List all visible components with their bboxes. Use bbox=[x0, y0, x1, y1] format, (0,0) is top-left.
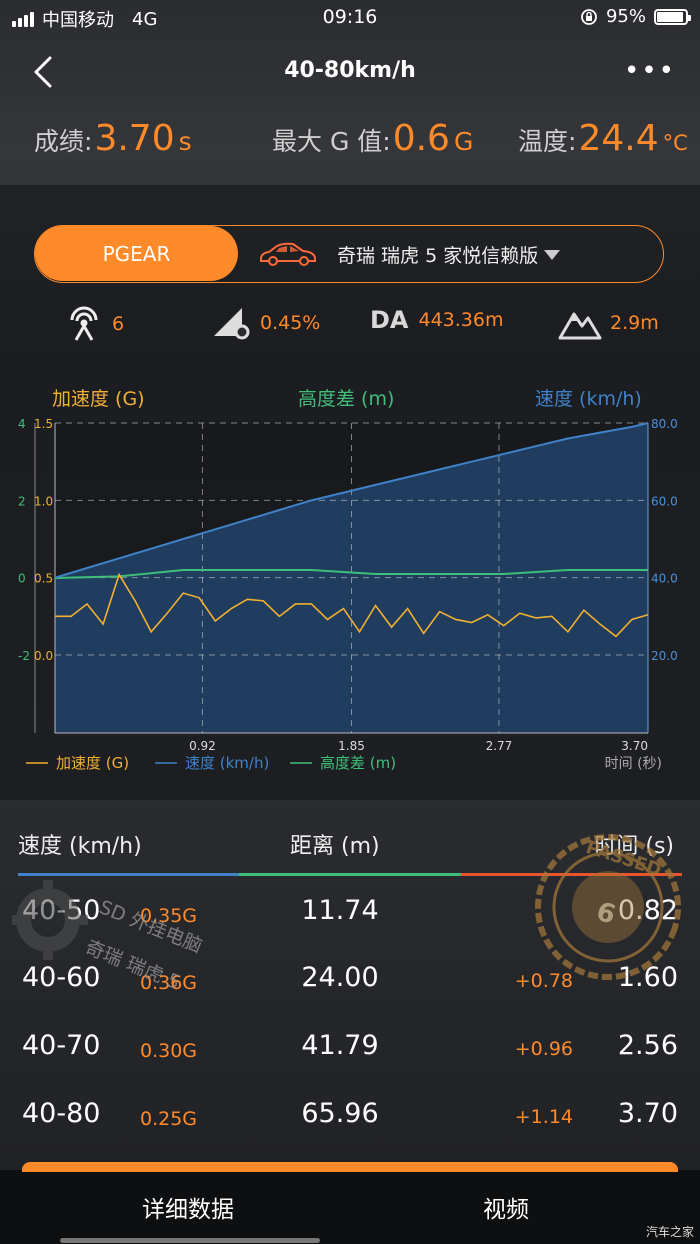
row-g: 0.30G bbox=[140, 1040, 198, 1062]
legend-label: 高度差 (m) bbox=[320, 754, 396, 772]
y-tick-right: 40.0 bbox=[651, 572, 678, 586]
battery-percent: 95% bbox=[605, 6, 646, 27]
row-distance: 65.96 bbox=[301, 1098, 379, 1129]
col-distance: 距离 (m) bbox=[290, 834, 380, 859]
x-tick: 1.85 bbox=[338, 739, 365, 753]
mountain-icon bbox=[558, 312, 602, 340]
stat-label: 最大 G 值: bbox=[272, 127, 391, 156]
y-tick-outer: 2 bbox=[18, 494, 26, 508]
y-tick-inner: 0.0 bbox=[34, 649, 53, 663]
y-tick-right: 60.0 bbox=[651, 494, 678, 508]
satellite-count: 6 bbox=[112, 313, 125, 335]
more-options-icon[interactable]: ••• bbox=[624, 56, 676, 86]
stat-temperature: 温度: 24.4 °C bbox=[518, 118, 688, 159]
table-row: 40-80 0.25G 65.96 +1.14 3.70 bbox=[0, 1098, 700, 1148]
sensor-readings: 6 0.45% DA 443.36m 2.9m bbox=[0, 306, 700, 346]
x-axis-label: 时间 (秒) bbox=[605, 756, 662, 772]
acceleration-chart: 4 2 0 -2 1.5 1.0 0.5 0.0 80.0 60.0 40.0 20.0 0.92 1.8… bbox=[18, 417, 678, 772]
row-speed: 40-80 bbox=[22, 1098, 101, 1129]
rotation-lock-icon bbox=[581, 8, 597, 25]
y-tick-inner: 1.5 bbox=[34, 417, 53, 431]
stat-unit: s bbox=[178, 127, 192, 156]
y-tick-inner: 1.0 bbox=[34, 494, 53, 508]
y-tick-outer: -2 bbox=[18, 649, 30, 663]
da-label: DA bbox=[370, 306, 409, 334]
slope-gear-icon bbox=[214, 308, 250, 340]
slope-value: 0.45% bbox=[260, 312, 321, 334]
gps-satellite-icon bbox=[70, 306, 98, 341]
stat-value: 24.4 bbox=[578, 118, 659, 159]
tab-video[interactable]: 视频 bbox=[483, 1190, 529, 1224]
page-title: 40-80km/h bbox=[284, 58, 416, 83]
row-delta: +0.96 bbox=[514, 1038, 573, 1060]
car-icon bbox=[260, 242, 316, 266]
dropdown-triangle-icon bbox=[544, 249, 561, 260]
row-distance: 24.00 bbox=[301, 962, 379, 993]
row-distance: 41.79 bbox=[301, 1030, 379, 1061]
altitude-reading: 2.9m bbox=[558, 306, 659, 340]
speed-axis-title: 速度 (km/h) bbox=[535, 388, 642, 410]
action-strip bbox=[22, 1162, 678, 1172]
stat-value: 0.6 bbox=[392, 118, 450, 159]
col-speed: 速度 (km/h) bbox=[18, 834, 142, 859]
stat-label: 成绩: bbox=[34, 127, 93, 156]
stat-result: 成绩: 3.70 s bbox=[34, 118, 192, 159]
pgear-badge[interactable]: PGEAR bbox=[35, 226, 238, 281]
y-tick-outer: 4 bbox=[18, 417, 26, 431]
y-tick-outer: 0 bbox=[18, 572, 26, 586]
row-time: 2.56 bbox=[617, 1030, 678, 1061]
y-tick-right: 20.0 bbox=[651, 649, 678, 663]
nav-bar: 40-80km/h ••• bbox=[0, 44, 700, 100]
stat-value: 3.70 bbox=[94, 118, 175, 159]
density-altitude-reading: DA 443.36m bbox=[370, 306, 504, 334]
stat-unit: °C bbox=[662, 131, 688, 155]
car-model-label: 奇瑞 瑞虎 5 家悦信赖版 bbox=[337, 245, 539, 267]
battery-icon bbox=[654, 8, 691, 25]
slope-reading: 0.45% bbox=[212, 306, 320, 340]
x-tick: 3.70 bbox=[621, 739, 648, 753]
passed-stamp: PASSED 6 bbox=[535, 834, 681, 980]
home-indicator bbox=[60, 1238, 320, 1243]
stat-unit: G bbox=[453, 127, 474, 156]
row-delta: +1.14 bbox=[514, 1106, 573, 1128]
tab-detail-data[interactable]: 详细数据 bbox=[142, 1190, 234, 1224]
x-tick: 0.92 bbox=[189, 739, 216, 753]
row-speed: 40-70 bbox=[22, 1030, 101, 1061]
x-tick: 2.77 bbox=[486, 739, 513, 753]
y-tick-inner: 0.5 bbox=[34, 572, 53, 586]
row-g: 0.25G bbox=[140, 1108, 198, 1130]
device-selector[interactable]: PGEAR 奇瑞 瑞虎 5 家悦信赖版 bbox=[34, 225, 664, 283]
bottom-tab-bar: 详细数据 视频 汽车之家 bbox=[0, 1162, 700, 1244]
car-model-dropdown[interactable]: 奇瑞 瑞虎 5 家悦信赖版 bbox=[337, 241, 561, 268]
accel-axis-title: 加速度 (G) bbox=[52, 388, 145, 410]
table-row: 40-70 0.30G 41.79 +0.96 2.56 bbox=[0, 1030, 700, 1080]
legend-label: 速度 (km/h) bbox=[185, 754, 269, 772]
status-bar: 中国移动 4G 09:16 95% bbox=[0, 0, 700, 36]
watermark-logo: SD 外挂电脑 奇瑞 瑞虎 5 bbox=[12, 880, 205, 994]
result-stats: 成绩: 3.70 s 最大 G 值: 0.6 G 温度: 24.4 °C bbox=[0, 118, 700, 178]
stat-label: 温度: bbox=[518, 127, 577, 156]
stat-max-g: 最大 G 值: 0.6 G bbox=[272, 118, 473, 159]
row-distance: 11.74 bbox=[301, 895, 379, 926]
legend-label: 加速度 (G) bbox=[56, 754, 129, 772]
height-axis-title: 高度差 (m) bbox=[298, 388, 395, 410]
y-tick-right: 80.0 bbox=[651, 417, 678, 431]
altitude-value: 2.9m bbox=[610, 312, 659, 334]
satellite-reading: 6 bbox=[64, 306, 124, 342]
source-credit: 汽车之家 bbox=[645, 1225, 694, 1239]
row-time: 3.70 bbox=[617, 1098, 678, 1129]
da-value: 443.36m bbox=[418, 309, 504, 331]
